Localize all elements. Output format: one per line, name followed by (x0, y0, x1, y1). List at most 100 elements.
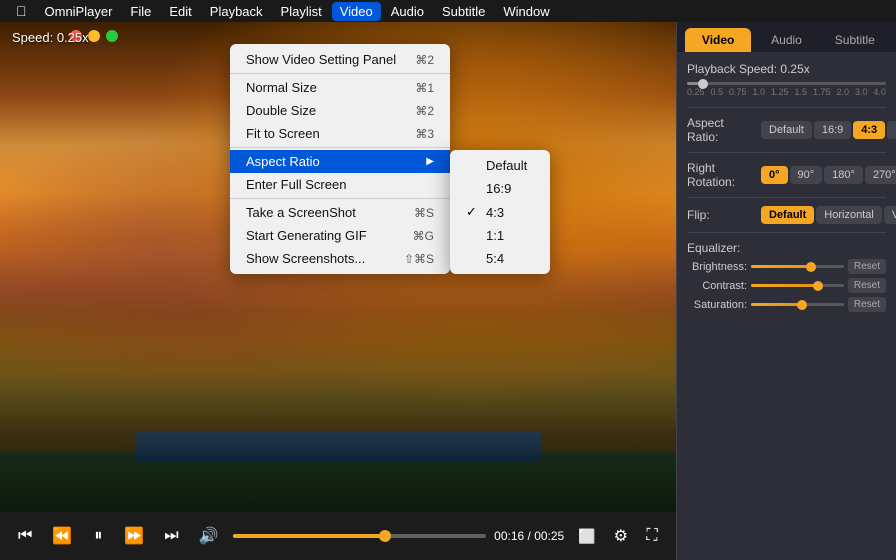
flip-label: Flip: (687, 208, 757, 222)
brightness-row: Brightness: Reset (687, 259, 886, 274)
flip-buttons: Default Horizontal Vertical (761, 206, 896, 224)
divider-2 (687, 152, 886, 153)
rotation-row: Right Rotation: 0° 90° 180° 270° (687, 161, 886, 189)
menu-double-size[interactable]: Double Size ⌘2 (230, 99, 450, 122)
apple-menu[interactable]:  (8, 1, 35, 21)
submenu-54[interactable]: 5:4 (450, 247, 550, 270)
flip-default-btn[interactable]: Default (761, 206, 814, 224)
brightness-label: Brightness: (687, 261, 747, 273)
rewind-button[interactable]: ⏪ (46, 522, 78, 550)
menu-fit-to-screen[interactable]: Fit to Screen ⌘3 (230, 122, 450, 145)
aspect-default-btn[interactable]: Default (761, 121, 812, 139)
fullscreen-button[interactable]: ⛶ (640, 523, 664, 549)
submenu-default[interactable]: Default (450, 154, 550, 177)
flip-horizontal-btn[interactable]: Horizontal (816, 206, 882, 224)
progress-bar[interactable] (233, 534, 487, 538)
saturation-reset[interactable]: Reset (848, 297, 886, 312)
divider-1 (687, 107, 886, 108)
equalizer-label: Equalizer: (687, 241, 886, 255)
tab-video[interactable]: Video (685, 28, 751, 52)
subtitles-button[interactable]: ⬜ (572, 524, 601, 549)
rotation-buttons: 0° 90° 180° 270° (761, 166, 896, 184)
menubar:  OmniPlayer File Edit Playback Playlist… (0, 0, 896, 22)
saturation-slider[interactable] (751, 303, 844, 306)
menu-generate-gif[interactable]: Start Generating GIF ⌘G (230, 224, 450, 247)
brightness-slider[interactable] (751, 265, 844, 268)
panel-tabs: Video Audio Subtitle (677, 22, 896, 52)
video-menu: Show Video Setting Panel ⌘2 Normal Size … (230, 44, 450, 274)
aspect-ratio-label: Aspect Ratio: (687, 116, 757, 144)
speed-slider[interactable] (687, 82, 886, 85)
saturation-thumb[interactable] (797, 300, 807, 310)
aspect-ratio-buttons: Default 16:9 4:3 1:1 5:4 (761, 121, 896, 139)
contrast-thumb[interactable] (813, 281, 823, 291)
submenu-169[interactable]: 16:9 (450, 177, 550, 200)
controls-bar: ⏮ ⏪ ⏸ ⏩ ⏭ 🔊 00:16 / 00:25 ⬜ ⚙ ⛶ (0, 512, 676, 560)
menu-file[interactable]: File (122, 2, 159, 21)
progress-thumb[interactable] (379, 530, 391, 542)
divider-4 (687, 232, 886, 233)
aspect-11-btn[interactable]: 1:1 (887, 121, 896, 139)
divider-3 (687, 197, 886, 198)
aspect-43-btn[interactable]: 4:3 (853, 121, 885, 139)
separator-2 (230, 147, 450, 148)
menu-window[interactable]: Window (495, 2, 557, 21)
menu-omni[interactable]: OmniPlayer (37, 2, 121, 21)
fast-forward-button[interactable]: ⏩ (118, 522, 150, 550)
tab-subtitle[interactable]: Subtitle (822, 28, 888, 52)
rotation-90-btn[interactable]: 90° (790, 166, 823, 184)
saturation-row: Saturation: Reset (687, 297, 886, 312)
panel-body: Playback Speed: 0.25x 0.25 0.5 0.75 1.0 … (677, 52, 896, 560)
rock-layer (0, 252, 676, 452)
rotation-180-btn[interactable]: 180° (824, 166, 863, 184)
rotation-label: Right Rotation: (687, 161, 757, 189)
contrast-fill (751, 284, 818, 287)
tab-audio[interactable]: Audio (753, 28, 819, 52)
submenu-43[interactable]: ✓ 4:3 (450, 200, 550, 224)
minimize-button[interactable] (88, 30, 100, 42)
menu-aspect-ratio[interactable]: Aspect Ratio ▶ Default 16:9 ✓ 4:3 (230, 150, 450, 173)
saturation-label: Saturation: (687, 299, 747, 311)
maximize-button[interactable] (106, 30, 118, 42)
menu-playlist[interactable]: Playlist (273, 2, 330, 21)
aspect-ratio-submenu: Default 16:9 ✓ 4:3 1:1 5:4 (450, 150, 550, 274)
skip-back-button[interactable]: ⏮ (12, 523, 38, 549)
speed-slider-thumb[interactable] (698, 79, 708, 89)
control-icons: ⬜ ⚙ ⛶ (572, 522, 664, 550)
speed-label: Speed: 0.25x (12, 30, 89, 45)
aspect-ratio-row: Aspect Ratio: Default 16:9 4:3 1:1 5:4 (687, 116, 886, 144)
rotation-270-btn[interactable]: 270° (865, 166, 896, 184)
water-layer (135, 432, 541, 462)
playback-speed-label: Playback Speed: 0.25x (687, 62, 886, 76)
skip-forward-button[interactable]: ⏭ (158, 523, 184, 549)
submenu-11[interactable]: 1:1 (450, 224, 550, 247)
flip-row: Flip: Default Horizontal Vertical (687, 206, 886, 224)
progress-fill (233, 534, 385, 538)
menu-show-screenshots[interactable]: Show Screenshots... ⇧⌘S (230, 247, 450, 270)
menu-subtitle[interactable]: Subtitle (434, 2, 493, 21)
menu-playback[interactable]: Playback (202, 2, 271, 21)
menu-screenshot[interactable]: Take a ScreenShot ⌘S (230, 201, 450, 224)
menu-show-video-setting[interactable]: Show Video Setting Panel ⌘2 (230, 48, 450, 71)
flip-vertical-btn[interactable]: Vertical (884, 206, 896, 224)
menu-enter-fullscreen[interactable]: Enter Full Screen (230, 173, 450, 196)
volume-button[interactable]: 🔊 (193, 522, 225, 550)
brightness-reset[interactable]: Reset (848, 259, 886, 274)
time-display: 00:16 / 00:25 (494, 529, 564, 543)
menu-video[interactable]: Video (332, 2, 381, 21)
contrast-slider[interactable] (751, 284, 844, 287)
play-pause-button[interactable]: ⏸ (86, 523, 110, 549)
aspect-169-btn[interactable]: 16:9 (814, 121, 851, 139)
contrast-label: Contrast: (687, 280, 747, 292)
menu-edit[interactable]: Edit (161, 2, 199, 21)
contrast-row: Contrast: Reset (687, 278, 886, 293)
rotation-0-btn[interactable]: 0° (761, 166, 788, 184)
brightness-fill (751, 265, 811, 268)
brightness-thumb[interactable] (806, 262, 816, 272)
right-panel: Video Audio Subtitle Playback Speed: 0.2… (676, 22, 896, 560)
settings-button[interactable]: ⚙ (608, 522, 634, 550)
contrast-reset[interactable]: Reset (848, 278, 886, 293)
menu-audio[interactable]: Audio (383, 2, 432, 21)
progress-container[interactable]: 00:16 / 00:25 (233, 529, 565, 543)
menu-normal-size[interactable]: Normal Size ⌘1 (230, 76, 450, 99)
